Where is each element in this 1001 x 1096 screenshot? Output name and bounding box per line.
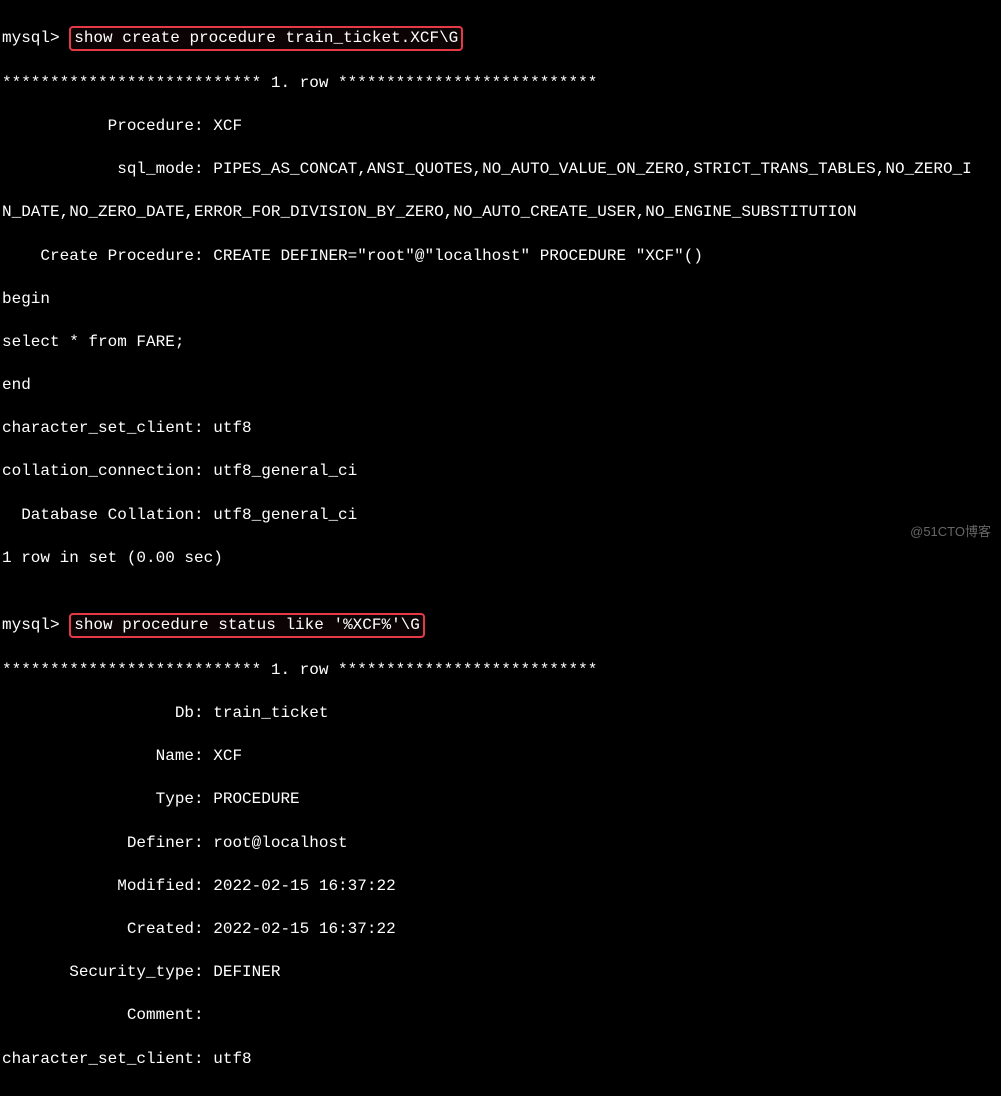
collation-connection-line: collation_connection: utf8_general_ci bbox=[2, 461, 999, 483]
db-field: Db: train_ticket bbox=[2, 703, 999, 725]
select-line: select * from FARE; bbox=[2, 332, 999, 354]
definer-field: Definer: root@localhost bbox=[2, 833, 999, 855]
rows-in-set-line: 1 row in set (0.00 sec) bbox=[2, 548, 999, 570]
sql-mode-line2: N_DATE,NO_ZERO_DATE,ERROR_FOR_DIVISION_B… bbox=[2, 202, 999, 224]
end-line: end bbox=[2, 375, 999, 397]
create-procedure-line: Create Procedure: CREATE DEFINER="root"@… bbox=[2, 246, 999, 268]
mysql-prompt-2: mysql> bbox=[2, 616, 69, 634]
charset-client-line-2: character_set_client: utf8 bbox=[2, 1049, 999, 1071]
command-highlight-2: show procedure status like '%XCF%'\G bbox=[69, 613, 425, 639]
row-separator-1: *************************** 1. row *****… bbox=[2, 73, 999, 95]
watermark-text: @51CTO博客 bbox=[910, 523, 991, 541]
mysql-prompt-1: mysql> bbox=[2, 29, 69, 47]
created-field: Created: 2022-02-15 16:37:22 bbox=[2, 919, 999, 941]
security-type-field: Security_type: DEFINER bbox=[2, 962, 999, 984]
terminal-output[interactable]: mysql> show create procedure train_ticke… bbox=[0, 0, 1001, 1096]
charset-client-line: character_set_client: utf8 bbox=[2, 418, 999, 440]
row-separator-2: *************************** 1. row *****… bbox=[2, 660, 999, 682]
database-collation-line: Database Collation: utf8_general_ci bbox=[2, 505, 999, 527]
begin-line: begin bbox=[2, 289, 999, 311]
comment-field: Comment: bbox=[2, 1005, 999, 1027]
sql-mode-line1: sql_mode: PIPES_AS_CONCAT,ANSI_QUOTES,NO… bbox=[2, 159, 999, 181]
name-field: Name: XCF bbox=[2, 746, 999, 768]
modified-field: Modified: 2022-02-15 16:37:22 bbox=[2, 876, 999, 898]
type-field: Type: PROCEDURE bbox=[2, 789, 999, 811]
command-highlight-1: show create procedure train_ticket.XCF\G bbox=[69, 26, 463, 52]
procedure-field: Procedure: XCF bbox=[2, 116, 999, 138]
